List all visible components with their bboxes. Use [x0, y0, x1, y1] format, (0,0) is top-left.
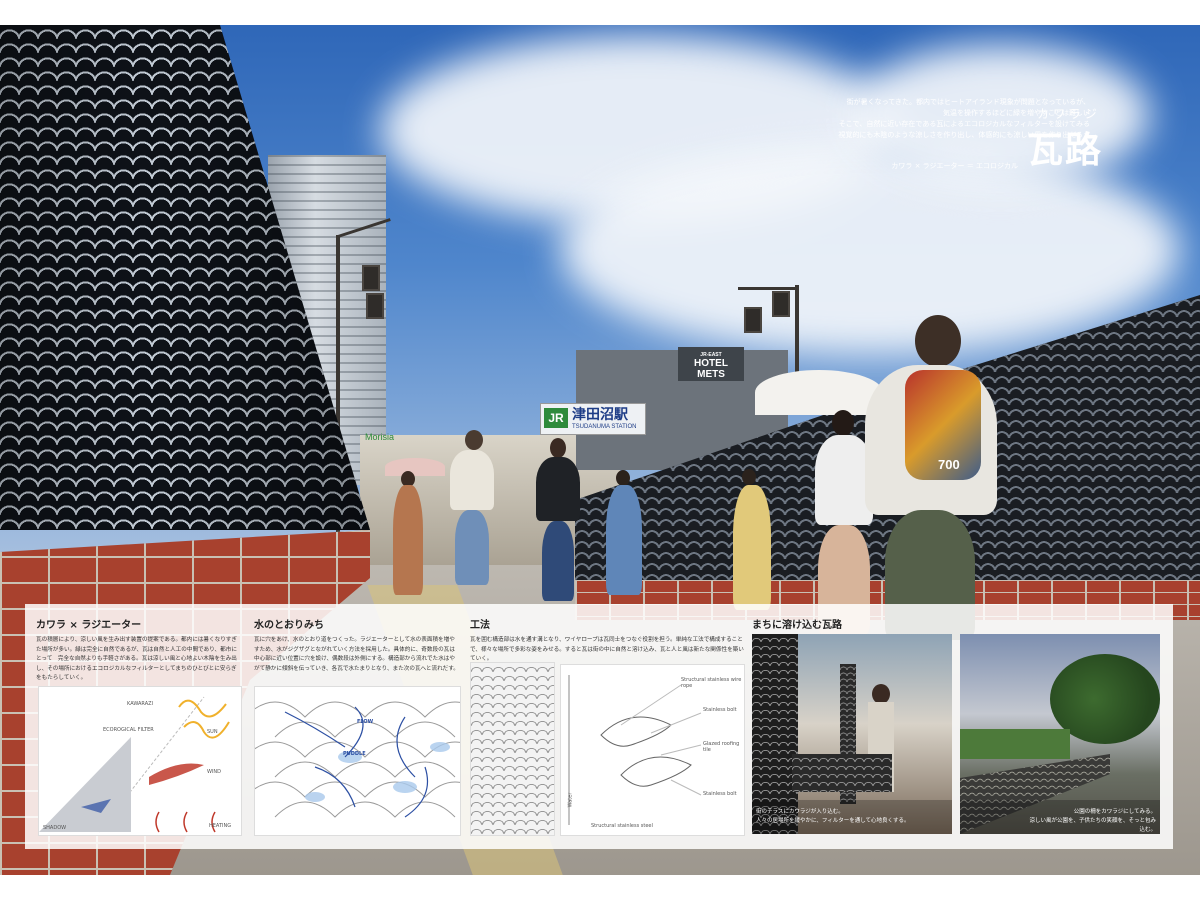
pedestrian-legs [455, 510, 489, 585]
label-heating: HEATING [209, 823, 232, 829]
water-path-diagram: FLOW PUDDLE [254, 686, 461, 836]
store-sign: Morisia [365, 432, 395, 442]
person-head [616, 470, 630, 486]
street-lamp [362, 265, 380, 291]
radiator-diagram-svg [39, 696, 230, 833]
station-romaji: TSUDANUMA STATION [572, 424, 637, 430]
person-head [742, 469, 756, 485]
park-caption: 公園の柵をカワラジにしてみる。 涼しい風が公園を、子供たちの笑顔を、そっと包み込… [1026, 808, 1156, 834]
radiator-diagram: KAWARAZI ECOROGICAL FILTER SUN WIND SHAD… [38, 686, 242, 836]
umbrella [755, 370, 883, 415]
water-path-svg [255, 701, 460, 818]
person-head [832, 410, 854, 436]
person-head [465, 430, 483, 450]
section-body: 瓦の積層により、涼しい風を生み出す装置の提案である。都内には暑くなりすぎた場所が… [36, 637, 237, 681]
label-water: Water [567, 792, 574, 808]
intro-formula: カワラ × ラジエーター ＝ エコロジカル [891, 162, 1018, 170]
label-puddle: PUDDLE [343, 751, 366, 757]
terrace-photo: 街のテラスにカワラジが入り込む。 人々の居場所を緩やかに、フィルターを通して心地… [752, 634, 952, 834]
label-shadow: SHADOW [43, 825, 67, 831]
hotel-sign: JR-EAST HOTEL METS [680, 352, 742, 380]
backpack-number: 700 [938, 457, 960, 472]
person-head [872, 684, 890, 704]
street-lamp [366, 293, 384, 319]
leader-line [670, 779, 702, 796]
label-bolt: Stainless bolt [703, 707, 737, 713]
caption-line: 公園の柵をカワラジにしてみる。 [1073, 809, 1156, 815]
heat-arrow [211, 811, 216, 833]
section-heading: 水のとおりみち [254, 620, 324, 631]
section-body: 瓦を囲む構造部は水を通す溝となり、ワイヤロープは瓦同士をつなぐ役割を担う。単純な… [470, 637, 744, 662]
roof-tile [620, 756, 692, 787]
heat-arrow [155, 811, 160, 833]
title-ruby: カワラジ [1037, 107, 1101, 121]
label-flow: FLOW [357, 719, 374, 725]
pedestrian-legs [542, 521, 574, 601]
cloud [560, 145, 1180, 355]
person-head [550, 438, 566, 458]
street-lamp [744, 307, 762, 333]
label-wire-rope: Structural stainless wire rope [681, 677, 742, 689]
caption-line: 街のテラスにカワラジが入り込む。 [756, 809, 844, 815]
hotel-sign-line3: METS [697, 369, 725, 380]
wind-shape [149, 763, 204, 785]
park-photo: 公園の柵をカワラジにしてみる。 涼しい風が公園を、子供たちの笑顔を、そっと包み込… [960, 634, 1160, 834]
label-steel: Structural stainless steel [591, 823, 653, 829]
label-filter: ECOROGICAL FILTER [103, 727, 154, 733]
street-lamp-arm [738, 287, 798, 290]
wall-section [39, 737, 131, 832]
label-wind: WIND [207, 769, 222, 775]
construction-detail-diagram: Structural stainless wire rope Stainless… [560, 664, 745, 836]
person-head [915, 315, 961, 367]
section-construction: 工法 瓦を囲む構造部は水を通す溝となり、ワイヤロープは瓦同士をつなぐ役割を担う。… [470, 616, 745, 665]
leader-line [660, 744, 702, 756]
pedestrian [606, 485, 642, 595]
station-name: 津田沼駅 [572, 407, 628, 423]
pedestrian [450, 450, 494, 510]
label-bolt: Stainless bolt [703, 791, 737, 797]
hedge [960, 729, 1070, 759]
pedestrian [733, 485, 771, 610]
section-heading: 工法 [470, 620, 490, 631]
jr-logo: JR [544, 408, 568, 428]
sun-ray [178, 699, 227, 718]
section-heading: まちに溶け込む瓦路 [752, 620, 842, 631]
station-sign: JR 津田沼駅 TSUDANUMA STATION [540, 403, 646, 435]
pedestrian [536, 457, 580, 521]
label-tile: Glazed roofing tile [703, 741, 740, 753]
section-radiator: カワラ × ラジエーター 瓦の積層により、涼しい風を生み出す装置の提案である。都… [36, 616, 241, 684]
label-sun: SUN [207, 729, 218, 735]
section-body: 瓦に穴をあけ、水のとおり道をつくった。ラジエーターとして水の表面積を増やすため、… [254, 637, 459, 672]
terrace-caption: 街のテラスにカワラジが入り込む。 人々の居場所を緩やかに、フィルターを通して心地… [756, 808, 910, 826]
section-heading: カワラ × ラジエーター [36, 620, 142, 631]
umbrella [385, 458, 445, 476]
roof-tile [600, 716, 672, 747]
kawara-counter [792, 754, 892, 792]
section-town: まちに溶け込む瓦路 [752, 616, 1152, 631]
street-lamp [772, 291, 790, 317]
section-water-path: 水のとおりみち 瓦に穴をあけ、水のとおり道をつくった。ラジエーターとして水の表面… [254, 616, 459, 674]
caption-line: 人々の居場所を緩やかに、フィルターを通して心地良くする。 [756, 818, 910, 824]
caption-line: 涼しい風が公園を、子供たちの笑顔を、そっと包み込む。 [1029, 818, 1156, 833]
tile-pattern-elevation [470, 662, 555, 836]
label-kawarazi: KAWARAZI [127, 701, 154, 707]
page-title: 瓦路 [1027, 130, 1104, 171]
heat-arrow [183, 811, 188, 833]
pedestrian [393, 485, 423, 595]
